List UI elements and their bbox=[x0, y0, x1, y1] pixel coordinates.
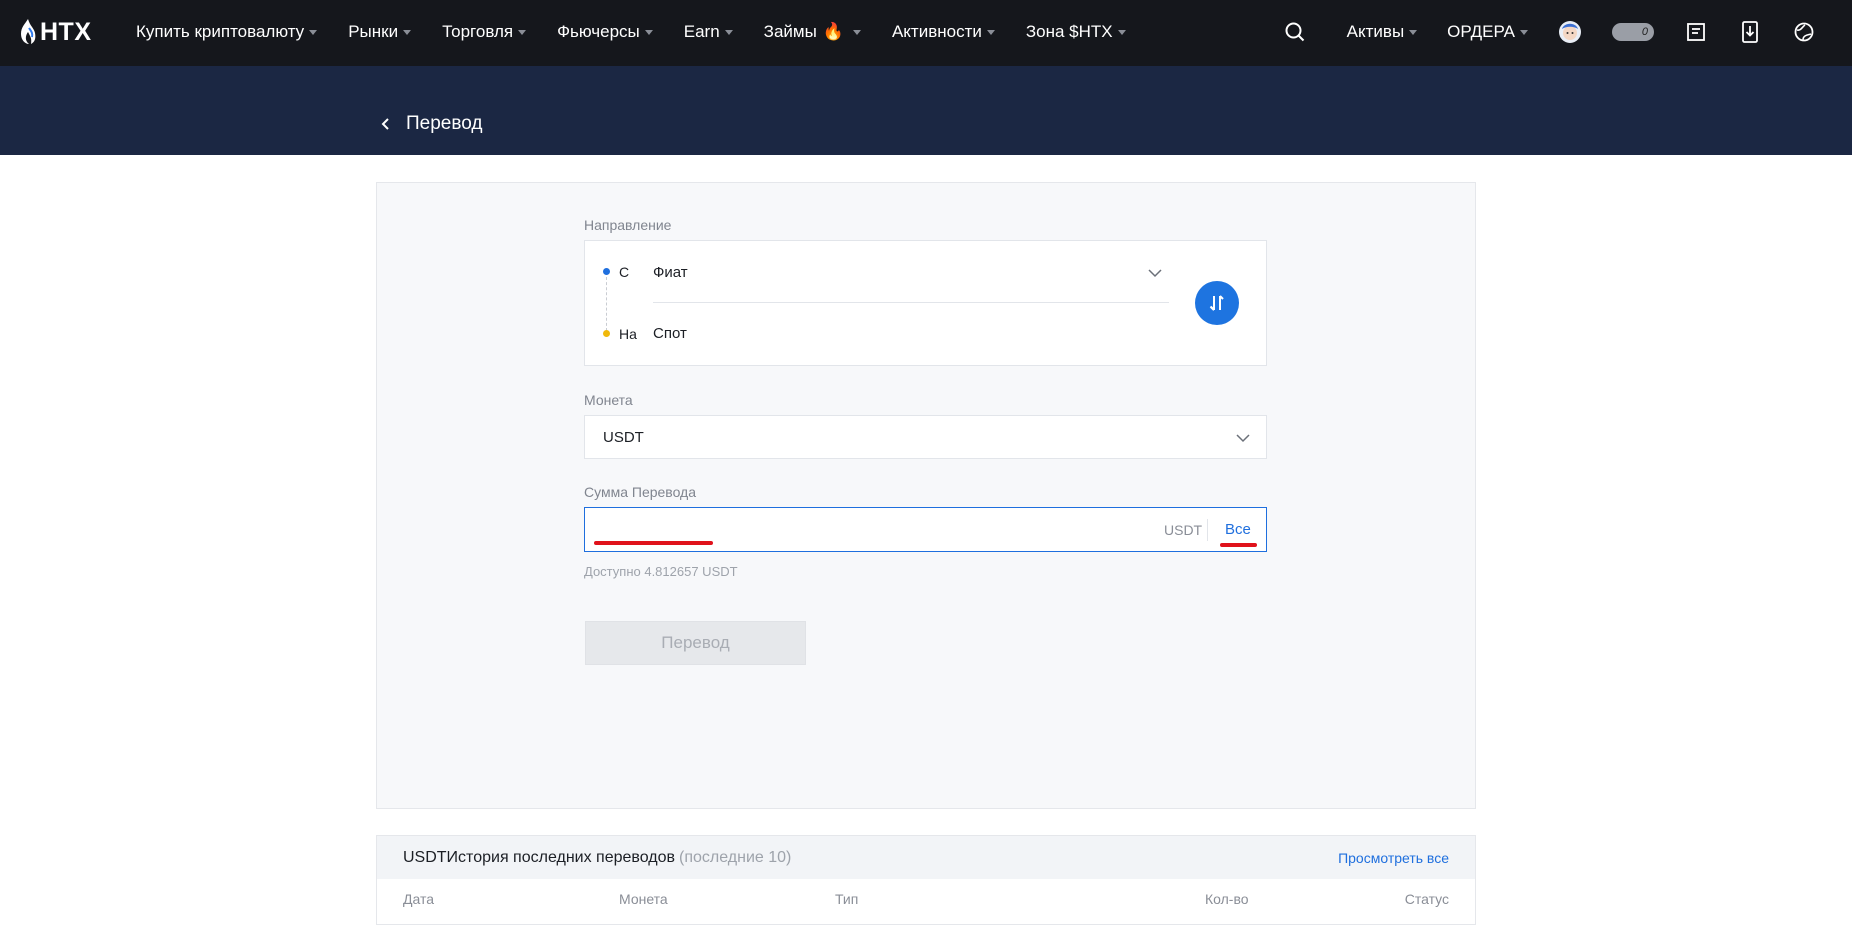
caret-down-icon bbox=[644, 29, 653, 35]
back-button[interactable]: Перевод bbox=[378, 113, 482, 135]
assets-label: Активы bbox=[1346, 22, 1405, 41]
top-navbar: HTX Купить криптовалюту Рынки Торговля Ф… bbox=[0, 0, 1852, 66]
caret-down-icon bbox=[852, 29, 861, 35]
download-icon[interactable] bbox=[1738, 20, 1762, 44]
caret-down-icon bbox=[1520, 29, 1528, 35]
caret-down-icon bbox=[724, 29, 733, 35]
amount-label: Сумма Перевода bbox=[584, 484, 697, 500]
page-header-band: Перевод bbox=[0, 66, 1852, 155]
coin-select[interactable]: USDT bbox=[584, 415, 1267, 459]
coin-label: Монета bbox=[584, 392, 633, 408]
swap-icon bbox=[1209, 295, 1224, 311]
nav-buy-crypto[interactable]: Купить криптовалюту bbox=[136, 22, 318, 42]
column-date: Дата bbox=[403, 891, 435, 907]
to-account-value: Спот bbox=[653, 325, 687, 342]
direction-divider bbox=[653, 302, 1169, 303]
nav-label: Фьючерсы bbox=[557, 22, 640, 41]
search-icon[interactable] bbox=[1283, 20, 1307, 44]
logo-text: HTX bbox=[40, 17, 92, 46]
column-amount: Кол-во bbox=[1205, 891, 1249, 907]
caret-down-icon bbox=[1409, 29, 1418, 35]
to-key: На bbox=[619, 326, 637, 342]
orders-label: ОРДЕРА bbox=[1447, 22, 1515, 41]
main-menu: Купить криптовалюту Рынки Торговля Фьюче… bbox=[136, 0, 1157, 64]
nav-label: Займы bbox=[763, 22, 817, 41]
from-key: С bbox=[619, 264, 630, 280]
htx-logo[interactable]: HTX bbox=[18, 16, 92, 48]
nav-earn[interactable]: Earn bbox=[684, 22, 733, 42]
amount-unit: USDT bbox=[1164, 522, 1203, 538]
orders-list-icon[interactable] bbox=[1684, 20, 1708, 44]
caret-down-icon bbox=[403, 29, 412, 35]
from-dot bbox=[603, 268, 610, 275]
assets-menu[interactable]: Активы bbox=[1347, 22, 1418, 42]
chevron-down-icon bbox=[1148, 269, 1162, 278]
amount-input[interactable] bbox=[595, 514, 1155, 544]
transfer-submit-button[interactable]: Перевод bbox=[585, 621, 806, 665]
nav-htx-zone[interactable]: Зона $HTX bbox=[1026, 22, 1126, 42]
history-title: USDTИстория последних переводов bbox=[403, 849, 676, 866]
available-balance: Доступно 4.812657 USDT bbox=[584, 564, 738, 579]
nav-label: Зона $HTX bbox=[1025, 22, 1113, 41]
history-header: USDTИстория последних переводов (последн… bbox=[377, 836, 1475, 879]
nav-label: Рынки bbox=[348, 22, 399, 41]
direction-connector bbox=[606, 277, 607, 331]
nav-label: Earn bbox=[683, 22, 720, 41]
nav-markets[interactable]: Рынки bbox=[348, 22, 412, 42]
htx-flame-icon bbox=[21, 19, 36, 44]
caret-down-icon bbox=[309, 29, 318, 35]
rewards-toggle[interactable]: 0 bbox=[1612, 23, 1654, 41]
direction-label: Направление bbox=[584, 217, 672, 233]
fire-icon: 🔥 bbox=[822, 22, 844, 41]
view-all-link[interactable]: Просмотреть все bbox=[1338, 850, 1449, 866]
nav-loans[interactable]: Займы 🔥 bbox=[764, 22, 861, 42]
max-all-button[interactable]: Все bbox=[1225, 521, 1251, 538]
to-dot bbox=[603, 330, 610, 337]
red-underline-annotation bbox=[594, 541, 713, 545]
from-account-value: Фиат bbox=[653, 264, 688, 281]
amount-separator bbox=[1207, 519, 1208, 541]
history-note: (последние 10) bbox=[679, 849, 792, 866]
avatar[interactable] bbox=[1558, 20, 1582, 44]
nav-label: Торговля bbox=[442, 22, 514, 41]
amount-field: USDT Все bbox=[584, 507, 1267, 552]
column-coin: Монета bbox=[619, 891, 668, 907]
caret-down-icon bbox=[1117, 29, 1126, 35]
toggle-count: 0 bbox=[1641, 26, 1648, 38]
column-status: Статус bbox=[1404, 891, 1449, 907]
caret-down-icon bbox=[986, 29, 995, 35]
nav-label: Купить криптовалюту bbox=[136, 22, 305, 41]
caret-down-icon bbox=[518, 29, 527, 35]
nav-trade[interactable]: Торговля bbox=[442, 22, 527, 42]
column-type: Тип bbox=[835, 891, 859, 907]
page-title: Перевод bbox=[406, 113, 483, 134]
chevron-down-icon bbox=[1236, 434, 1250, 443]
globe-icon[interactable] bbox=[1792, 20, 1816, 44]
nav-activities[interactable]: Активности bbox=[892, 22, 995, 42]
coin-value: USDT bbox=[603, 429, 644, 446]
chevron-left-icon bbox=[381, 118, 389, 130]
nav-futures[interactable]: Фьючерсы bbox=[557, 22, 653, 42]
orders-menu[interactable]: ОРДЕРА bbox=[1447, 22, 1528, 42]
red-underline-annotation bbox=[1220, 543, 1257, 547]
nav-right: Активы ОРДЕРА 0 bbox=[1283, 0, 1852, 64]
from-account-select[interactable]: Фиат bbox=[653, 256, 1169, 296]
swap-direction-button[interactable] bbox=[1195, 281, 1239, 325]
nav-label: Активности bbox=[891, 22, 982, 41]
